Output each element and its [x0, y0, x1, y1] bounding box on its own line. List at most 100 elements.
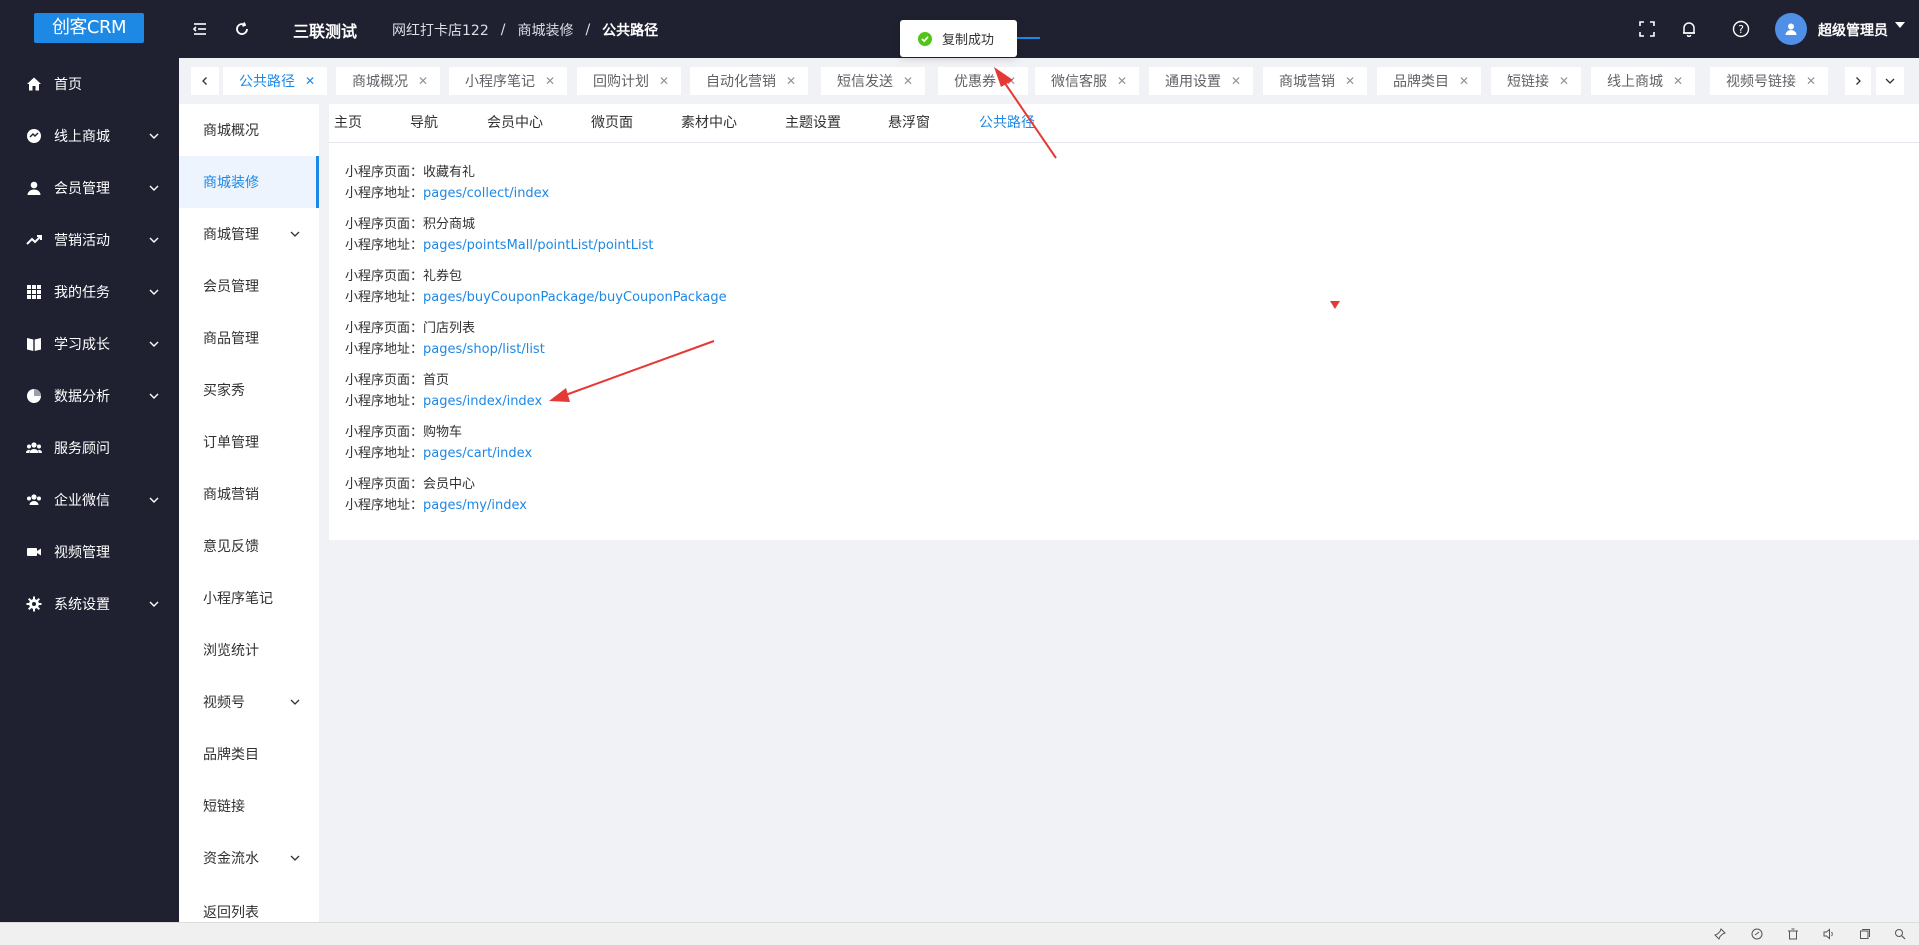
chevron-down-icon	[1885, 78, 1895, 84]
submenu-item-brand-category[interactable]: 品牌类目	[179, 728, 319, 780]
submenu-item-products[interactable]: 商品管理	[179, 312, 319, 364]
tabs-menu-button[interactable]	[1876, 67, 1904, 95]
path-link[interactable]: pages/cart/index	[423, 446, 532, 461]
sidebar-item-settings[interactable]: 系统设置	[0, 578, 179, 630]
sidebar-item-analytics[interactable]: 数据分析	[0, 370, 179, 422]
video-icon	[26, 544, 42, 560]
fullscreen-icon[interactable]	[1635, 17, 1659, 41]
app-logo[interactable]: 创客CRM	[34, 13, 144, 43]
close-icon[interactable]: ✕	[659, 74, 669, 88]
tab-home[interactable]: 主页	[334, 112, 362, 132]
submenu-item-orders[interactable]: 订单管理	[179, 416, 319, 468]
submenu-item-mini-notes[interactable]: 小程序笔记	[179, 572, 319, 624]
chevron-down-icon	[149, 497, 159, 503]
volume-icon[interactable]	[1822, 927, 1836, 941]
close-icon[interactable]: ✕	[1806, 74, 1816, 88]
close-icon[interactable]: ✕	[1673, 74, 1683, 88]
tab-micro-page[interactable]: 微页面	[591, 112, 633, 132]
close-icon[interactable]: ✕	[545, 74, 555, 88]
tab-member-center[interactable]: 会员中心	[487, 112, 543, 132]
close-icon[interactable]: ✕	[1559, 74, 1569, 88]
collapse-menu-icon[interactable]	[188, 17, 212, 41]
tab-public-path-content[interactable]: 公共路径	[979, 112, 1035, 132]
submenu-item-short-link[interactable]: 短链接	[179, 780, 319, 832]
sidebar-item-wecom[interactable]: 企业微信	[0, 474, 179, 526]
tab-coupons[interactable]: 优惠券 ✕	[938, 67, 1029, 95]
submenu-item-browse-stats[interactable]: 浏览统计	[179, 624, 319, 676]
tabs-scroll-left-button[interactable]	[191, 67, 219, 95]
close-icon[interactable]: ✕	[903, 74, 913, 88]
user-name[interactable]: 超级管理员	[1818, 20, 1888, 40]
submenu-item-mall-marketing[interactable]: 商城营销	[179, 468, 319, 520]
submenu-item-fund-flow[interactable]: 资金流水	[179, 832, 319, 884]
close-icon[interactable]: ✕	[1231, 74, 1241, 88]
tab-sms-send[interactable]: 短信发送 ✕	[821, 67, 926, 95]
tab-general-settings[interactable]: 通用设置 ✕	[1149, 67, 1254, 95]
sidebar-item-learning[interactable]: 学习成长	[0, 318, 179, 370]
help-icon[interactable]: ?	[1729, 17, 1753, 41]
close-icon[interactable]: ✕	[1345, 74, 1355, 88]
tab-mall-overview[interactable]: 商城概况 ✕	[336, 67, 441, 95]
submenu-item-mall-management[interactable]: 商城管理	[179, 208, 319, 260]
close-icon[interactable]: ✕	[1459, 74, 1469, 88]
submenu-item-video-channel[interactable]: 视频号	[179, 676, 319, 728]
sidebar-item-marketing[interactable]: 营销活动	[0, 214, 179, 266]
submenu-item-feedback[interactable]: 意见反馈	[179, 520, 319, 572]
path-link[interactable]: pages/pointsMall/pointList/pointList	[423, 238, 653, 253]
tab-label: 短链接	[1507, 74, 1549, 90]
submenu-item-back-to-list[interactable]: 返回列表	[179, 884, 319, 922]
tab-online-mall[interactable]: 线上商城 ✕	[1591, 67, 1696, 95]
addr-label: 小程序地址：	[345, 446, 424, 461]
close-icon[interactable]: ✕	[786, 74, 796, 88]
path-link[interactable]: pages/index/index	[423, 394, 542, 409]
tab-material-center[interactable]: 素材中心	[681, 112, 737, 132]
breadcrumb-item[interactable]: 网红打卡店122	[392, 20, 489, 40]
sidebar-item-members[interactable]: 会员管理	[0, 162, 179, 214]
tabs-scroll-right-button[interactable]	[1845, 67, 1871, 95]
caret-down-icon[interactable]	[1895, 22, 1905, 28]
tab-theme-settings[interactable]: 主题设置	[785, 112, 841, 132]
sidebar-item-online-mall[interactable]: 线上商城	[0, 110, 179, 162]
submenu-item-mall-overview[interactable]: 商城概况	[179, 104, 319, 156]
tab-navigation[interactable]: 导航	[410, 112, 438, 132]
sidebar-item-tasks[interactable]: 我的任务	[0, 266, 179, 318]
sidebar-item-home[interactable]: 首页	[0, 58, 179, 110]
tab-video-link[interactable]: 视频号链接 ✕	[1710, 67, 1829, 95]
path-page-row: 小程序页面：积分商城	[345, 213, 475, 232]
share-icon[interactable]	[1750, 927, 1764, 941]
close-icon[interactable]: ✕	[418, 74, 428, 88]
user-avatar[interactable]	[1775, 13, 1807, 45]
sidebar-item-video[interactable]: 视频管理	[0, 526, 179, 578]
tab-wechat-service[interactable]: 微信客服 ✕	[1035, 67, 1140, 95]
breadcrumb-current: 公共路径	[602, 23, 659, 39]
tab-public-path[interactable]: 公共路径 ✕	[223, 67, 328, 95]
bell-icon[interactable]	[1677, 17, 1701, 41]
page-name: 收藏有礼	[423, 165, 476, 180]
close-icon[interactable]: ✕	[305, 74, 315, 88]
close-icon[interactable]: ✕	[1006, 74, 1016, 88]
tab-mini-notes[interactable]: 小程序笔记 ✕	[449, 67, 568, 95]
submenu-item-buyer-show[interactable]: 买家秀	[179, 364, 319, 416]
tab-repurchase-plan[interactable]: 回购计划 ✕	[577, 67, 682, 95]
pin-icon[interactable]	[1713, 927, 1727, 941]
zoom-icon[interactable]	[1893, 927, 1907, 941]
path-link[interactable]: pages/my/index	[423, 498, 527, 513]
tab-brand-category[interactable]: 品牌类目 ✕	[1377, 67, 1482, 95]
close-icon[interactable]: ✕	[1117, 74, 1127, 88]
submenu-item-mall-decoration[interactable]: 商城装修	[179, 156, 319, 208]
addr-label: 小程序地址：	[345, 186, 424, 201]
path-link[interactable]: pages/buyCouponPackage/buyCouponPackage	[423, 290, 727, 305]
tab-mall-marketing[interactable]: 商城营销 ✕	[1263, 67, 1368, 95]
window-icon[interactable]	[1858, 927, 1872, 941]
sidebar-item-consultant[interactable]: 服务顾问	[0, 422, 179, 474]
path-link[interactable]: pages/collect/index	[423, 186, 549, 201]
tab-short-link[interactable]: 短链接 ✕	[1491, 67, 1582, 95]
submenu-item-members[interactable]: 会员管理	[179, 260, 319, 312]
path-link[interactable]: pages/shop/list/list	[423, 342, 545, 357]
pie-icon	[26, 388, 42, 404]
breadcrumb-item[interactable]: 商城装修	[517, 20, 573, 40]
refresh-icon[interactable]	[230, 17, 254, 41]
trash-icon[interactable]	[1786, 927, 1800, 941]
tab-auto-marketing[interactable]: 自动化营销 ✕	[690, 67, 809, 95]
tab-floating-window[interactable]: 悬浮窗	[888, 112, 930, 132]
